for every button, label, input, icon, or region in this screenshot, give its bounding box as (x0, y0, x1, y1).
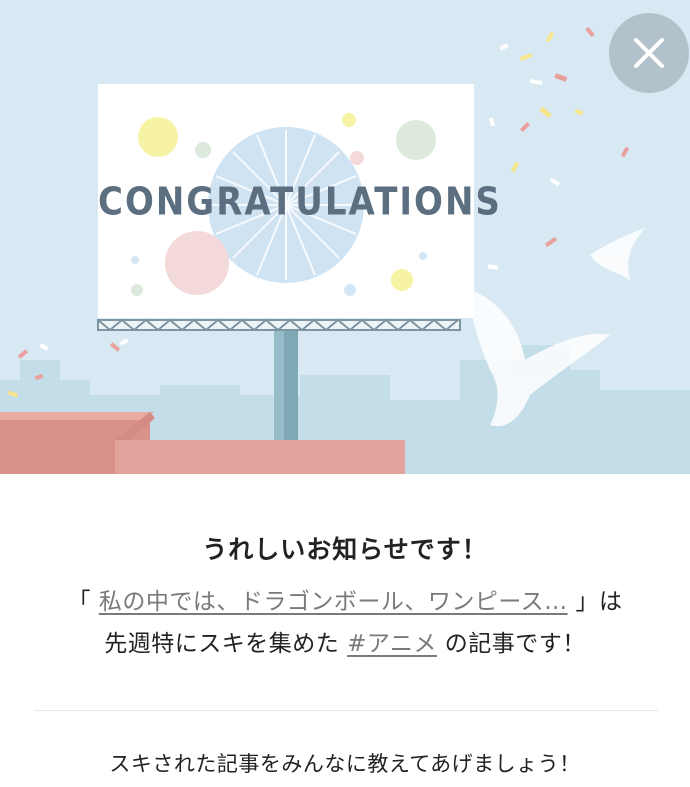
congratulations-illustration: CONGRATULATIONS (0, 0, 690, 474)
notification-heading: うれしいお知らせです！ (202, 535, 488, 564)
line2-prefix: 先週特にスキを集めた (104, 631, 340, 657)
quote-close: 」は (575, 589, 623, 615)
close-icon (634, 38, 664, 68)
message-line-1: 「 私の中では、ドラゴンボール、ワンピース… 」は (0, 582, 690, 616)
close-button[interactable] (609, 13, 689, 93)
hashtag-link[interactable]: #アニメ (347, 631, 437, 657)
message-line-2: 先週特にスキを集めた #アニメ の記事です！ (0, 624, 690, 658)
quote-open: 「 (67, 589, 91, 615)
line2-suffix: の記事です！ (444, 631, 586, 657)
billboard-text: CONGRATULATIONS (98, 179, 502, 225)
article-title-link[interactable]: 私の中では、ドラゴンボール、ワンピース… (99, 589, 568, 615)
billboard-scene (0, 26, 690, 474)
billboard-truss (97, 318, 461, 332)
share-prompt: スキされた記事をみんなに教えてあげましょう！ (109, 752, 581, 776)
notification-body: うれしいお知らせです！ 「 私の中では、ドラゴンボール、ワンピース… 」は 先週… (0, 474, 690, 787)
roof-right (115, 440, 405, 474)
divider (34, 710, 658, 711)
